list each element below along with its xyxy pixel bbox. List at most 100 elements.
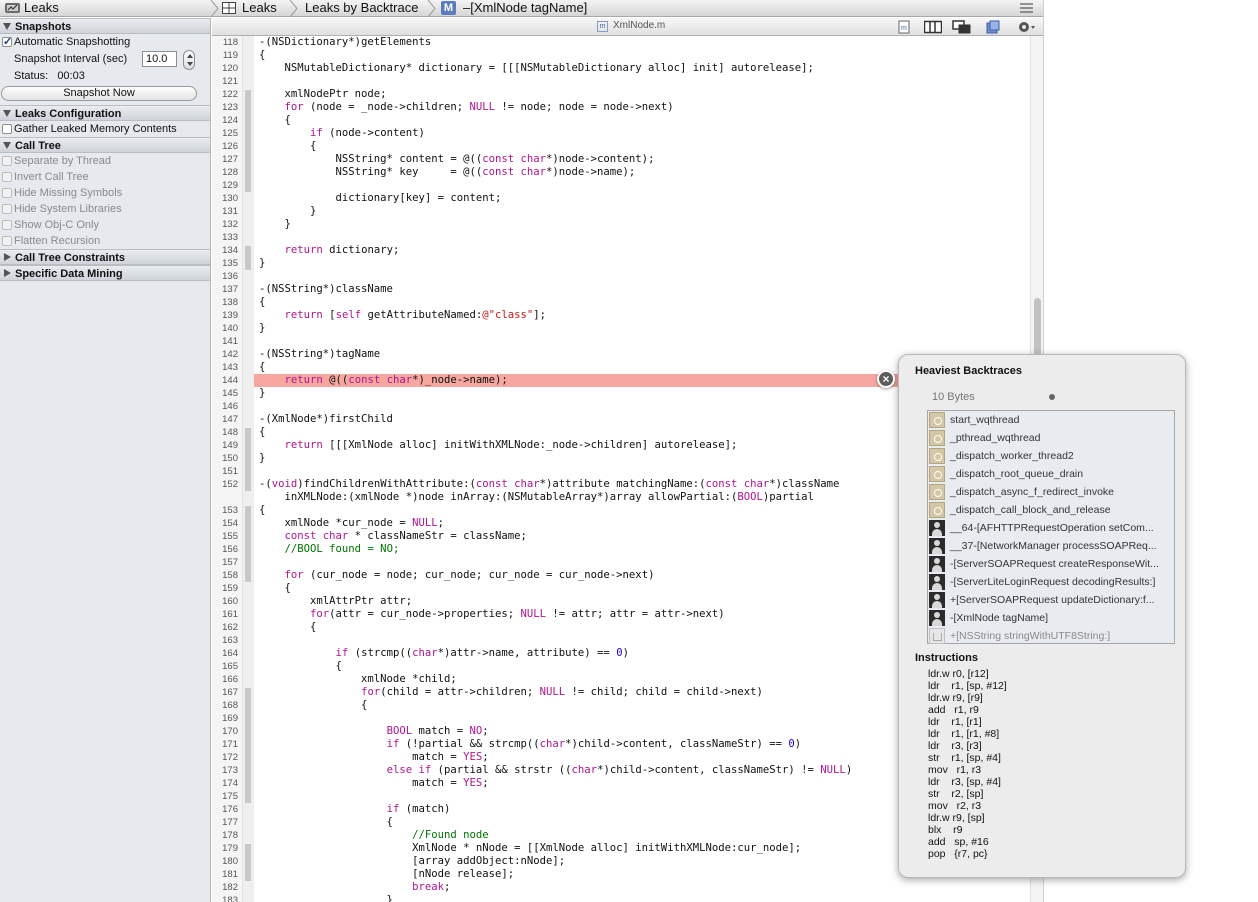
- call-tree-option[interactable]: Invert Call Tree: [0, 169, 210, 185]
- code-line[interactable]: 126 {: [212, 140, 1030, 153]
- gear-icon[interactable]: [1017, 20, 1037, 34]
- option-checkbox[interactable]: [2, 172, 12, 182]
- backtrace-frame[interactable]: _dispatch_worker_thread2: [928, 447, 1174, 465]
- breadcrumb-leaks[interactable]: Leaks: [242, 0, 277, 17]
- line-number: 158: [222, 570, 238, 581]
- frame-label: start_wqthread: [950, 414, 1020, 426]
- menu-lines-icon[interactable]: [1020, 3, 1033, 13]
- section-specific-data-mining[interactable]: Specific Data Mining: [0, 265, 210, 281]
- code-line[interactable]: 118 -(NSDictionary*)getElements: [212, 36, 1030, 49]
- code-text: {: [259, 296, 266, 308]
- code-line[interactable]: 128 NSString* key = @((const char*)node-…: [212, 166, 1030, 179]
- status-value: 00:03: [57, 70, 85, 82]
- backtrace-frame[interactable]: __64-[AFHTTPRequestOperation setCom...: [928, 519, 1174, 537]
- overlapping-windows-icon[interactable]: [952, 20, 972, 34]
- info-icon[interactable]: [986, 20, 1000, 34]
- gather-leaked-memory-option[interactable]: Gather Leaked Memory Contents: [0, 121, 210, 137]
- line-number: 168: [222, 700, 238, 711]
- disclosure-right-icon[interactable]: [4, 269, 11, 277]
- option-checkbox[interactable]: [2, 204, 12, 214]
- line-number: 122: [222, 89, 238, 100]
- code-line[interactable]: 120 NSMutableDictionary* dictionary = [[…: [212, 62, 1030, 75]
- disclosure-down-icon[interactable]: [3, 23, 11, 30]
- code-line[interactable]: 133: [212, 231, 1030, 244]
- option-label: Gather Leaked Memory Contents: [14, 123, 177, 135]
- code-text: for(attr = cur_node->properties; NULL !=…: [310, 608, 725, 620]
- code-text: }: [259, 322, 266, 334]
- backtrace-frame[interactable]: _dispatch_root_queue_drain: [928, 465, 1174, 483]
- section-snapshots[interactable]: Snapshots: [0, 18, 210, 34]
- line-number: 176: [222, 804, 238, 815]
- disclosure-down-icon[interactable]: [3, 110, 11, 117]
- code-text: }: [259, 205, 317, 217]
- code-line[interactable]: 127 NSString* content = @((const char*)n…: [212, 153, 1030, 166]
- option-checkbox[interactable]: [2, 188, 12, 198]
- section-call-tree-constraints[interactable]: Call Tree Constraints: [0, 249, 210, 265]
- option-checkbox[interactable]: [2, 220, 12, 230]
- code-line[interactable]: 138 {: [212, 296, 1030, 309]
- call-tree-option[interactable]: Flatten Recursion: [0, 233, 210, 249]
- breadcrumb-leaks-by-backtrace[interactable]: Leaks by Backtrace: [305, 0, 418, 17]
- code-line[interactable]: 125 if (node->content): [212, 127, 1030, 140]
- code-line[interactable]: 124 {: [212, 114, 1030, 127]
- disclosure-right-icon[interactable]: [4, 253, 11, 261]
- automatic-snapshotting-option[interactable]: Automatic Snapshotting: [0, 34, 210, 50]
- option-checkbox[interactable]: [2, 236, 12, 246]
- close-icon[interactable]: ×: [877, 370, 895, 388]
- code-line[interactable]: 139 return [self getAttributeNamed:@"cla…: [212, 309, 1030, 322]
- call-tree-option[interactable]: Show Obj-C Only: [0, 217, 210, 233]
- call-tree-option[interactable]: Separate by Thread: [0, 153, 210, 169]
- code-text: -(void)findChildrenWithAttribute:(const …: [259, 478, 840, 490]
- code-line[interactable]: 140}: [212, 322, 1030, 335]
- code-line[interactable]: 121: [212, 75, 1030, 88]
- code-line[interactable]: 123 for (node = _node->children; NULL !=…: [212, 101, 1030, 114]
- option-checkbox[interactable]: [2, 156, 12, 166]
- line-number: 140: [222, 323, 238, 334]
- app-title[interactable]: Leaks: [24, 0, 59, 17]
- backtrace-frame[interactable]: -[ServerLiteLoginRequest decodingResults…: [928, 573, 1174, 591]
- backtrace-frame[interactable]: _dispatch_call_block_and_release: [928, 501, 1174, 519]
- section-title: Call Tree: [15, 140, 61, 152]
- backtrace-frame[interactable]: _pthread_wqthread: [928, 429, 1174, 447]
- user-code-icon: [929, 592, 945, 608]
- backtrace-frame[interactable]: +[ServerSOAPRequest updateDictionary:f..…: [928, 591, 1174, 609]
- code-line[interactable]: 141: [212, 335, 1030, 348]
- code-line[interactable]: 122 xmlNodePtr node;: [212, 88, 1030, 101]
- section-leaks-configuration[interactable]: Leaks Configuration: [0, 105, 210, 121]
- code-line[interactable]: 129: [212, 179, 1030, 192]
- interval-stepper[interactable]: [183, 50, 195, 70]
- code-line[interactable]: 131 }: [212, 205, 1030, 218]
- line-number: 161: [222, 609, 238, 620]
- snapshot-now-button[interactable]: Snapshot Now: [1, 86, 197, 101]
- call-tree-option[interactable]: Hide Missing Symbols: [0, 185, 210, 201]
- code-line[interactable]: 130 dictionary[key] = content;: [212, 192, 1030, 205]
- automatic-snapshotting-checkbox[interactable]: [2, 34, 12, 50]
- code-line[interactable]: 132 }: [212, 218, 1030, 231]
- backtrace-frame[interactable]: -[XmlNode tagName]: [928, 609, 1174, 627]
- backtrace-frame[interactable]: -[ServerSOAPRequest createResponseWit...: [928, 555, 1174, 573]
- code-text: //Found node: [412, 829, 489, 841]
- call-tree-option[interactable]: Hide System Libraries: [0, 201, 210, 217]
- split-view-icon[interactable]: [924, 20, 942, 34]
- code-line[interactable]: 182 break;: [212, 881, 1030, 894]
- code-line[interactable]: 136: [212, 270, 1030, 283]
- disclosure-down-icon[interactable]: [3, 142, 11, 149]
- file-icon[interactable]: m: [898, 20, 910, 34]
- code-line[interactable]: 137 -(NSString*)className: [212, 283, 1030, 296]
- code-text: NSString* key = @((const char*)node->nam…: [259, 166, 636, 178]
- frame-label: __37-[NetworkManager processSOAPReq...: [950, 540, 1157, 552]
- code-line[interactable]: 134 return dictionary;: [212, 244, 1030, 257]
- breadcrumb-method[interactable]: –[XmlNode tagName]: [463, 0, 587, 17]
- grid-icon: [222, 2, 236, 14]
- gather-leaked-memory-checkbox[interactable]: [2, 124, 12, 134]
- backtrace-frame[interactable]: +[NSString stringWithUTF8String:]: [928, 627, 1174, 645]
- code-line[interactable]: 135}: [212, 257, 1030, 270]
- code-line[interactable]: 119 {: [212, 49, 1030, 62]
- backtrace-frame[interactable]: start_wqthread: [928, 411, 1174, 429]
- code-line[interactable]: 183 }: [212, 894, 1030, 902]
- snapshot-interval-input[interactable]: 10.0: [142, 51, 177, 67]
- section-call-tree[interactable]: Call Tree: [0, 137, 210, 153]
- page-indicator-dot[interactable]: [1049, 394, 1055, 400]
- backtrace-frame[interactable]: _dispatch_async_f_redirect_invoke: [928, 483, 1174, 501]
- backtrace-frame[interactable]: __37-[NetworkManager processSOAPReq...: [928, 537, 1174, 555]
